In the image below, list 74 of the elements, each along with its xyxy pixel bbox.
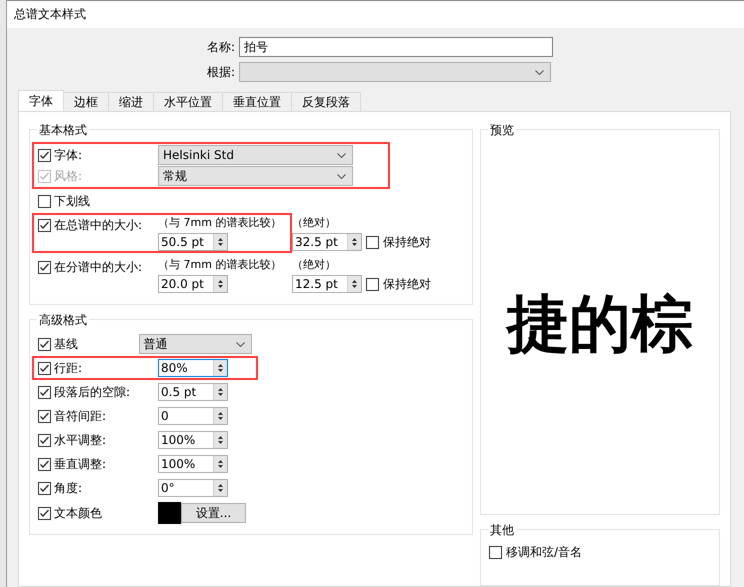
group-title: 高级格式 [37,312,89,329]
option-label: 保持绝对 [383,234,431,250]
option-label: 垂直调整: [54,456,106,472]
chevron-down-icon [337,174,346,178]
option-label: 在分谱中的大小: [54,258,142,276]
checkbox[interactable] [489,546,502,558]
checkbox[interactable] [366,236,379,248]
caption-text: （与 7mm 的谱表比较） [158,215,282,231]
preview-text: 捷的棕 [507,286,693,362]
checkbox[interactable] [38,506,51,520]
checkbox[interactable] [38,386,51,398]
color-swatch[interactable] [158,502,181,524]
name-field[interactable]: 拍号 [239,37,553,57]
spin-arrows-icon[interactable] [213,384,227,400]
spin-arrows-icon[interactable] [213,432,227,448]
dropdown[interactable]: 普通 [138,334,252,354]
option-label: 在总谱中的大小: [54,216,142,234]
spin-arrows-icon[interactable] [347,276,361,292]
spinner-field[interactable]: 80% [158,359,228,377]
chevron-down-icon [236,342,245,346]
option-label: 字体: [54,146,82,164]
checkbox[interactable] [38,338,51,350]
spin-arrows-icon[interactable] [213,360,227,376]
spinner-field[interactable]: 0 [158,407,228,425]
window-title: 总谱文本样式 [14,6,86,23]
option-label: 行距: [54,360,82,376]
tab[interactable]: 反复段落 [291,92,361,111]
spinner-field[interactable]: 100% [158,431,228,449]
checkbox[interactable] [38,410,51,422]
group-title: 其他 [488,522,516,539]
option-label: 基线 [54,336,78,352]
caption-text: （绝对） [292,257,336,273]
option-label: 水平调整: [54,432,106,448]
checkbox[interactable] [38,458,51,470]
set-button[interactable]: 设置... [181,503,246,523]
checkbox[interactable] [38,434,51,446]
option-label: 文本颜色 [54,504,102,522]
caption-text: （与 7mm 的谱表比较） [158,257,282,273]
spin-arrows-icon[interactable] [213,276,227,292]
spinner-field[interactable]: 0° [158,479,228,497]
checkbox[interactable] [38,362,51,374]
checkbox[interactable] [366,278,379,290]
tab[interactable]: 垂直位置 [222,92,292,111]
spinner-field[interactable]: 12.5 pt [292,275,362,293]
option-label: 段落后的空隙: [54,384,130,400]
chevron-down-icon [535,70,544,74]
caption-text: （绝对） [292,215,336,231]
option-label: 保持绝对 [383,276,431,292]
group-title: 预览 [488,122,516,139]
spinner-field[interactable]: 20.0 pt [158,275,228,293]
field-label: 名称: [206,38,236,56]
checkbox[interactable] [38,218,51,232]
checkbox[interactable] [38,260,51,274]
spinner-field[interactable]: 32.5 pt [292,233,362,251]
spinner-field[interactable]: 50.5 pt [158,233,228,251]
option-label: 音符间距: [54,408,106,424]
option-label: 风格: [54,168,82,184]
option-label: 角度: [54,480,82,496]
checkbox[interactable] [38,194,51,208]
spin-arrows-icon[interactable] [213,456,227,472]
spin-arrows-icon[interactable] [347,234,361,250]
spinner-field[interactable]: 0.5 pt [158,383,228,401]
chevron-down-icon [337,152,346,158]
group-title: 基本格式 [37,122,89,139]
option-label: 下划线 [54,192,90,210]
field-label: 根据: [206,64,236,80]
spin-arrows-icon[interactable] [213,480,227,496]
option-label: 移调和弦/音名 [506,544,582,560]
spin-arrows-icon[interactable] [213,234,227,250]
spinner-field[interactable]: 100% [158,455,228,473]
tab[interactable]: 水平位置 [153,92,223,111]
checkbox[interactable] [38,482,51,494]
spin-arrows-icon[interactable] [213,408,227,424]
tab[interactable]: 字体 [18,90,64,111]
